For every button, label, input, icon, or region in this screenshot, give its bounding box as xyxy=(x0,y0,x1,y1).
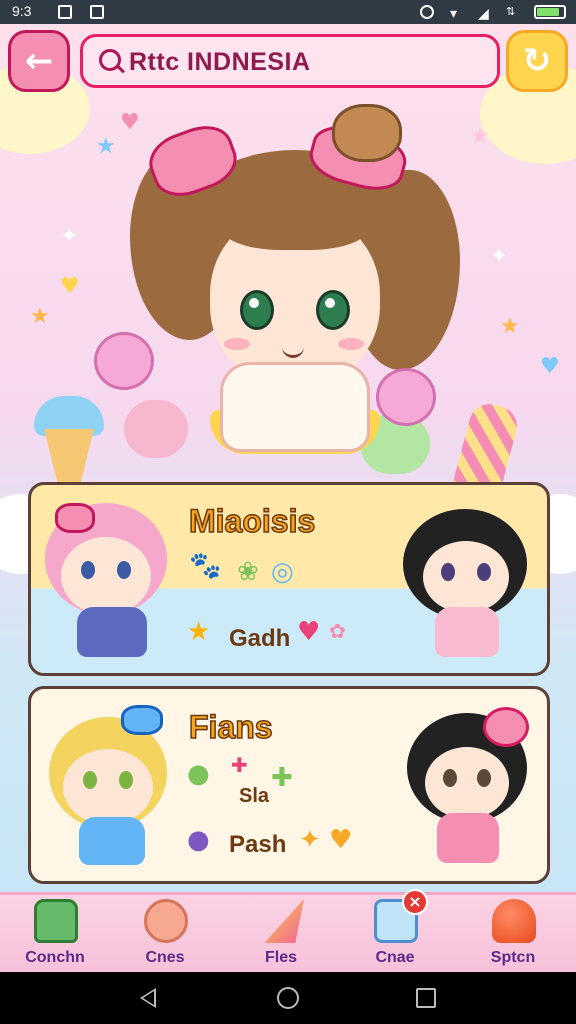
card-title: Miaoisis xyxy=(188,502,316,540)
blush xyxy=(224,338,250,350)
arrow-left-icon: ← xyxy=(24,41,54,81)
nav-item-conchn[interactable]: Conchn xyxy=(0,895,110,975)
eye xyxy=(81,561,95,579)
nav-label: Fles xyxy=(264,949,297,966)
heart-icon: ♥ xyxy=(297,617,321,647)
hair-bow xyxy=(121,705,163,735)
star-item-icon: ★ xyxy=(187,617,211,647)
card-item-label: Pash xyxy=(229,831,287,858)
sparkle-icon: ✦ xyxy=(490,244,509,269)
data-icon: ⇅ xyxy=(506,6,516,18)
chibi-body xyxy=(435,607,499,657)
chibi-face xyxy=(61,537,151,615)
hair-bow xyxy=(55,503,95,533)
eye xyxy=(117,561,131,579)
system-home-icon[interactable] xyxy=(277,987,299,1009)
eye xyxy=(240,290,274,330)
notification-icon xyxy=(58,5,72,19)
system-nav-bar xyxy=(0,972,576,1024)
chibi-body xyxy=(79,817,145,865)
button-icon xyxy=(492,899,536,943)
pet-face-icon xyxy=(144,899,188,943)
battery-icon xyxy=(534,5,566,19)
nav-label: Sptcn xyxy=(490,949,536,966)
blush xyxy=(338,338,364,350)
back-button[interactable]: ← xyxy=(8,30,70,92)
nav-item-cnes[interactable]: Cnes xyxy=(110,895,220,975)
sparkle-icon: ✦ xyxy=(60,224,79,249)
close-icon[interactable]: × xyxy=(402,889,428,915)
search-icon xyxy=(99,49,121,71)
chibi-face xyxy=(425,747,509,819)
status-time: 9:3 xyxy=(12,3,32,19)
star-icon: ★ xyxy=(500,314,520,339)
sparkle-icon: ✦ xyxy=(299,825,321,855)
dino-icon xyxy=(34,899,78,943)
hair-bangs xyxy=(220,190,370,250)
card-item-label: Gadh xyxy=(229,625,291,652)
heart-icon: ♥ xyxy=(329,825,353,855)
status-bar: 9:3 ▾ ◢ ⇅ xyxy=(0,0,576,24)
frog-icon: ● xyxy=(187,759,210,789)
eye xyxy=(119,771,133,789)
chibi-body xyxy=(437,813,499,863)
character-card[interactable]: Fians ● ✚ Sla ✚ ● Pash ✦ ♥ xyxy=(28,686,550,884)
wifi-icon: ▾ xyxy=(450,5,458,21)
title-bar[interactable]: Rttc INDNESIA xyxy=(80,34,500,88)
hero-body xyxy=(220,362,370,452)
pink-bear-icon xyxy=(376,368,436,426)
refresh-icon: ↻ xyxy=(522,41,552,81)
squirrel-pet[interactable] xyxy=(332,104,402,162)
star-icon: ★ xyxy=(470,124,490,149)
sparkle-icon: ✚ xyxy=(271,763,293,793)
pink-bear-icon xyxy=(94,332,154,390)
nav-item-cnae[interactable]: × Cnae xyxy=(340,889,450,975)
sync-icon xyxy=(420,5,434,19)
nav-item-fles[interactable]: Fles xyxy=(226,895,336,975)
item-icon: ◎ xyxy=(271,557,294,587)
eye xyxy=(477,769,491,787)
hair-flower xyxy=(483,707,529,747)
eye xyxy=(441,563,455,581)
card-title: Fians xyxy=(188,708,273,746)
nav-item-sptcn[interactable]: Sptcn xyxy=(458,895,568,975)
eye xyxy=(316,290,350,330)
eye xyxy=(83,771,97,789)
bottom-nav: Conchn Cnes Fles × Cnae Sptcn xyxy=(0,889,576,975)
chibi-face xyxy=(423,541,509,613)
eye xyxy=(477,563,491,581)
sparkle-icon: ✚ xyxy=(231,753,248,777)
top-bar: ← Rttc INDNESIA ↻ xyxy=(8,30,568,92)
mouth xyxy=(282,345,304,358)
eye xyxy=(443,769,457,787)
hero-character[interactable] xyxy=(94,104,470,470)
system-recents-icon[interactable] xyxy=(416,988,436,1008)
star-icon: ★ xyxy=(30,304,50,329)
item-icon: ❀ xyxy=(237,557,259,587)
heart-icon: ♥ xyxy=(60,274,80,299)
heart-icon: ♥ xyxy=(540,354,560,379)
pet-icon: 🐾 xyxy=(189,551,222,581)
signal-icon: ◢ xyxy=(478,5,489,21)
chibi-face xyxy=(63,749,153,825)
nav-label: Cnae xyxy=(375,949,415,966)
system-back-icon[interactable] xyxy=(140,988,156,1008)
card-item-label-top: Sla xyxy=(239,785,270,807)
character-card[interactable]: Miaoisis 🐾 ❀ ◎ ★ Gadh ♥ ✿ xyxy=(28,482,550,676)
page-title: Rttc INDNESIA xyxy=(129,48,311,76)
nav-label: Cnes xyxy=(145,949,185,966)
nav-label: Conchn xyxy=(25,949,85,966)
pencil-icon xyxy=(264,899,304,943)
berry-icon: ● xyxy=(187,825,210,855)
chibi-body xyxy=(77,607,147,657)
image-notification-icon xyxy=(90,5,104,19)
refresh-button[interactable]: ↻ xyxy=(506,30,568,92)
flower-icon: ✿ xyxy=(329,619,346,643)
